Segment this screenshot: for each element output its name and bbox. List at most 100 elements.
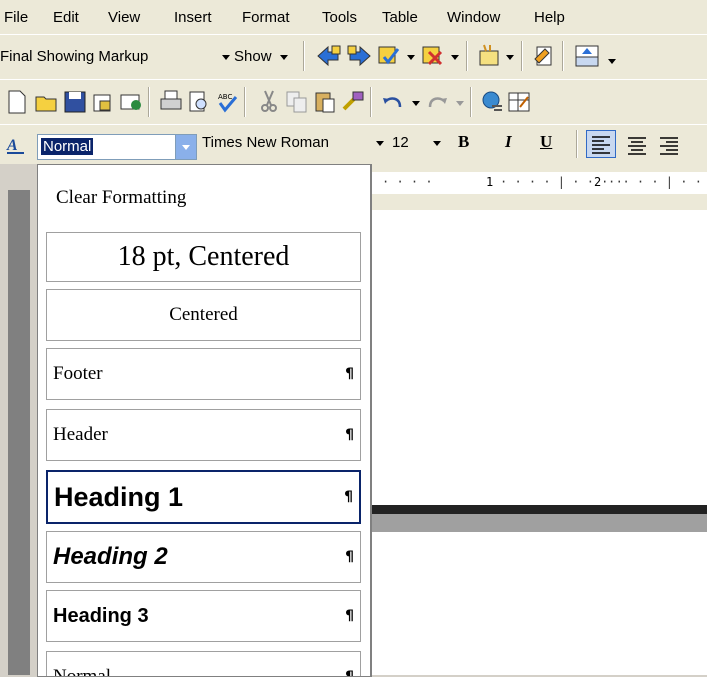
svg-text:A: A [6, 137, 18, 154]
menu-file[interactable]: File [4, 9, 28, 26]
reject-change-icon[interactable] [420, 43, 446, 69]
menu-bar: File Edit View Insert Format Tools Table… [0, 0, 707, 34]
horizontal-ruler[interactable]: · · · · 1 · · · · | · · · · 2 · · · · | … [368, 172, 707, 194]
previous-change-icon[interactable] [316, 43, 342, 69]
font-name-box[interactable]: Times New Roman [202, 134, 329, 151]
new-comment-icon[interactable] [476, 43, 502, 69]
accept-dropdown-arrow-icon[interactable] [407, 55, 415, 60]
reviewing-pane-icon[interactable] [574, 43, 600, 69]
paragraph-mark-icon: ¶ [345, 427, 354, 443]
page-break-line [368, 505, 707, 514]
vertical-ruler[interactable] [8, 190, 30, 675]
style-item-label: Heading 3 [53, 604, 149, 627]
reject-dropdown-arrow-icon[interactable] [451, 55, 459, 60]
accept-change-icon[interactable] [376, 43, 402, 69]
toolbar-separator [370, 87, 372, 117]
tables-borders-icon[interactable] [506, 89, 532, 115]
paragraph-mark-icon: ¶ [345, 608, 354, 624]
display-dropdown-arrow-icon[interactable] [222, 55, 230, 60]
menu-tools[interactable]: Tools [322, 9, 357, 26]
style-item-centered[interactable]: Centered [46, 289, 361, 341]
format-painter-icon[interactable] [340, 89, 366, 115]
menu-help[interactable]: Help [534, 9, 565, 26]
chevron-down-icon [182, 145, 190, 150]
toolbar-separator [576, 130, 578, 158]
toolbar-separator [470, 87, 472, 117]
menu-window[interactable]: Window [447, 9, 500, 26]
style-item-label: Heading 1 [54, 481, 184, 512]
style-item-label: 18 pt, Centered [117, 241, 290, 272]
style-box[interactable]: Normal [37, 134, 197, 160]
save-icon[interactable] [62, 89, 88, 115]
spelling-grammar-icon[interactable]: ABC [214, 89, 240, 115]
undo-dropdown-arrow-icon[interactable] [412, 101, 420, 106]
style-dropdown-button[interactable] [175, 134, 197, 160]
redo-dropdown-arrow-icon[interactable] [456, 101, 464, 106]
email-icon[interactable] [118, 89, 144, 115]
toolbar-separator [244, 87, 246, 117]
menu-format[interactable]: Format [242, 9, 290, 26]
new-document-icon[interactable] [4, 89, 30, 115]
show-dropdown-arrow-icon[interactable] [280, 55, 288, 60]
print-icon[interactable] [158, 89, 184, 115]
insert-hyperlink-icon[interactable] [480, 89, 506, 115]
style-item-heading-2[interactable]: Heading 2 ¶ [46, 531, 361, 583]
reviewing-toolbar: Final Showing Markup Show [0, 34, 707, 80]
style-box-value[interactable]: Normal [41, 138, 94, 155]
font-size-dropdown-arrow-icon[interactable] [433, 141, 441, 146]
style-item-heading-1[interactable]: Heading 1 ¶ [46, 470, 361, 524]
display-for-review-select[interactable]: Final Showing Markup [0, 48, 148, 65]
menu-table[interactable]: Table [382, 9, 418, 26]
style-item-normal[interactable]: Normal ¶ [46, 651, 361, 677]
comment-dropdown-arrow-icon[interactable] [506, 55, 514, 60]
style-dropdown-list: Clear Formatting 18 pt, Centered Centere… [37, 164, 372, 677]
italic-button[interactable]: I [505, 132, 512, 152]
toolbar-options-arrow-icon[interactable] [608, 59, 616, 64]
bold-button[interactable]: B [458, 132, 469, 152]
svg-text:ABC: ABC [218, 93, 232, 101]
show-button[interactable]: Show [234, 48, 272, 65]
style-item-label: Centered [169, 304, 238, 325]
toolbar-separator [148, 87, 150, 117]
permission-icon[interactable] [90, 89, 116, 115]
cut-icon[interactable] [256, 89, 282, 115]
standard-toolbar: ABC [0, 79, 707, 125]
align-left-button[interactable] [586, 130, 616, 158]
toolbar-separator [562, 41, 564, 71]
style-item-label: Normal [53, 666, 112, 677]
toolbar-separator [303, 41, 305, 71]
page-gap [368, 514, 707, 532]
document-page-next[interactable] [368, 532, 707, 675]
style-item-label: Header [53, 424, 108, 445]
paragraph-mark-icon: ¶ [345, 366, 354, 382]
paragraph-mark-icon: ¶ [345, 549, 354, 565]
style-item-18pt-centered[interactable]: 18 pt, Centered [46, 232, 361, 282]
print-preview-icon[interactable] [186, 89, 212, 115]
ruler-mark-2: 2 [594, 175, 602, 189]
open-folder-icon[interactable] [34, 89, 60, 115]
underline-button[interactable]: U [540, 132, 552, 152]
center-align-icon[interactable] [624, 132, 650, 158]
ruler-mark-1: 1 [486, 175, 494, 189]
toolbar-separator [466, 41, 468, 71]
clear-formatting-item[interactable]: Clear Formatting [56, 187, 186, 209]
styles-formatting-icon[interactable]: A [4, 132, 30, 158]
redo-icon[interactable] [424, 89, 450, 115]
align-right-icon[interactable] [656, 132, 682, 158]
document-page[interactable] [368, 210, 707, 510]
font-dropdown-arrow-icon[interactable] [376, 141, 384, 146]
style-item-header[interactable]: Header ¶ [46, 409, 361, 461]
style-item-heading-3[interactable]: Heading 3 ¶ [46, 590, 361, 642]
copy-icon[interactable] [284, 89, 310, 115]
style-item-footer[interactable]: Footer ¶ [46, 348, 361, 400]
font-size-box[interactable]: 12 [392, 134, 409, 151]
align-left-icon [592, 136, 610, 154]
style-item-label: Footer [53, 363, 103, 384]
menu-view[interactable]: View [108, 9, 140, 26]
menu-insert[interactable]: Insert [174, 9, 212, 26]
paste-icon[interactable] [312, 89, 338, 115]
next-change-icon[interactable] [346, 43, 372, 69]
track-changes-icon[interactable] [531, 43, 557, 69]
menu-edit[interactable]: Edit [53, 9, 79, 26]
undo-icon[interactable] [380, 89, 406, 115]
